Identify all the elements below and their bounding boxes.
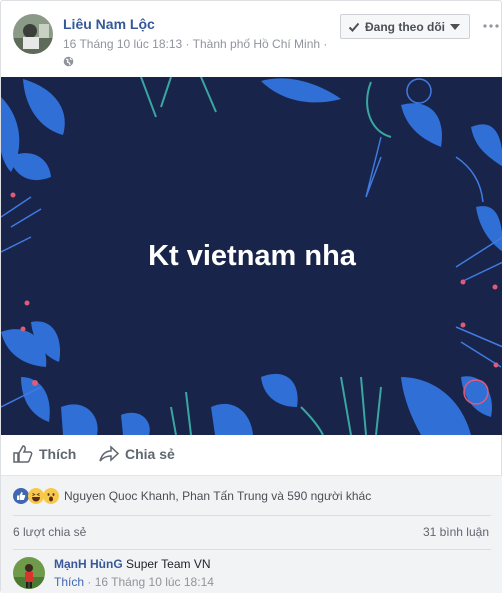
divider bbox=[13, 515, 491, 516]
share-arrow-icon bbox=[99, 445, 119, 462]
haha-icon bbox=[28, 488, 44, 504]
post-banner: Kt vietnam nha bbox=[1, 77, 502, 435]
author-name[interactable]: Liêu Nam Lộc bbox=[63, 16, 155, 32]
globe-icon[interactable] bbox=[63, 54, 74, 67]
following-button[interactable]: Đang theo dõi bbox=[340, 14, 470, 39]
chevron-down-icon bbox=[450, 24, 460, 30]
share-button[interactable]: Chia sẻ bbox=[99, 445, 175, 463]
reaction-icons[interactable] bbox=[13, 488, 59, 504]
comment-actions: Thích · 16 Tháng 10 lúc 18:14 bbox=[54, 575, 214, 589]
share-count[interactable]: 6 lượt chia sẻ bbox=[13, 525, 86, 539]
comment-item: MạnH HùnG Super Team VN Thích · 16 Tháng… bbox=[1, 549, 502, 593]
reaction-names[interactable]: Nguyen Quoc Khanh, Phan Tấn Trung và 590… bbox=[64, 489, 371, 503]
like-label: Thích bbox=[39, 446, 77, 462]
following-label: Đang theo dõi bbox=[365, 19, 445, 34]
like-icon bbox=[13, 488, 29, 504]
commenter-name[interactable]: MạnH HùnG bbox=[54, 557, 123, 571]
divider bbox=[13, 549, 491, 550]
post-header: Liêu Nam Lộc 16 Tháng 10 lúc 18:13 · Thà… bbox=[1, 1, 501, 77]
like-button[interactable]: Thích bbox=[13, 445, 76, 463]
post-card: Liêu Nam Lộc 16 Tháng 10 lúc 18:13 · Thà… bbox=[0, 0, 502, 593]
thumbs-up-icon bbox=[13, 445, 33, 463]
commenter-name-line: MạnH HùnG Super Team VN bbox=[54, 557, 211, 571]
author-avatar[interactable] bbox=[13, 14, 53, 54]
commenter-avatar[interactable] bbox=[13, 557, 45, 589]
comment-timestamp[interactable]: 16 Tháng 10 lúc 18:14 bbox=[95, 575, 214, 589]
banner-text: Kt vietnam nha bbox=[148, 240, 356, 272]
comment-like-button[interactable]: Thích bbox=[54, 575, 84, 589]
post-stats: 6 lượt chia sẻ 31 bình luận bbox=[1, 515, 502, 549]
wow-icon bbox=[43, 488, 59, 504]
check-icon bbox=[348, 22, 360, 32]
comment-text: Super Team VN bbox=[126, 557, 211, 571]
post-meta: 16 Tháng 10 lúc 18:13 · Thành phố Hồ Chí… bbox=[63, 37, 328, 51]
post-action-bar: Thích Chia sẻ bbox=[1, 435, 502, 475]
reactions-summary: Nguyen Quoc Khanh, Phan Tấn Trung và 590… bbox=[1, 475, 502, 515]
comment-count[interactable]: 31 bình luận bbox=[423, 525, 489, 539]
more-options-icon[interactable] bbox=[481, 19, 501, 33]
share-label: Chia sẻ bbox=[125, 446, 175, 462]
